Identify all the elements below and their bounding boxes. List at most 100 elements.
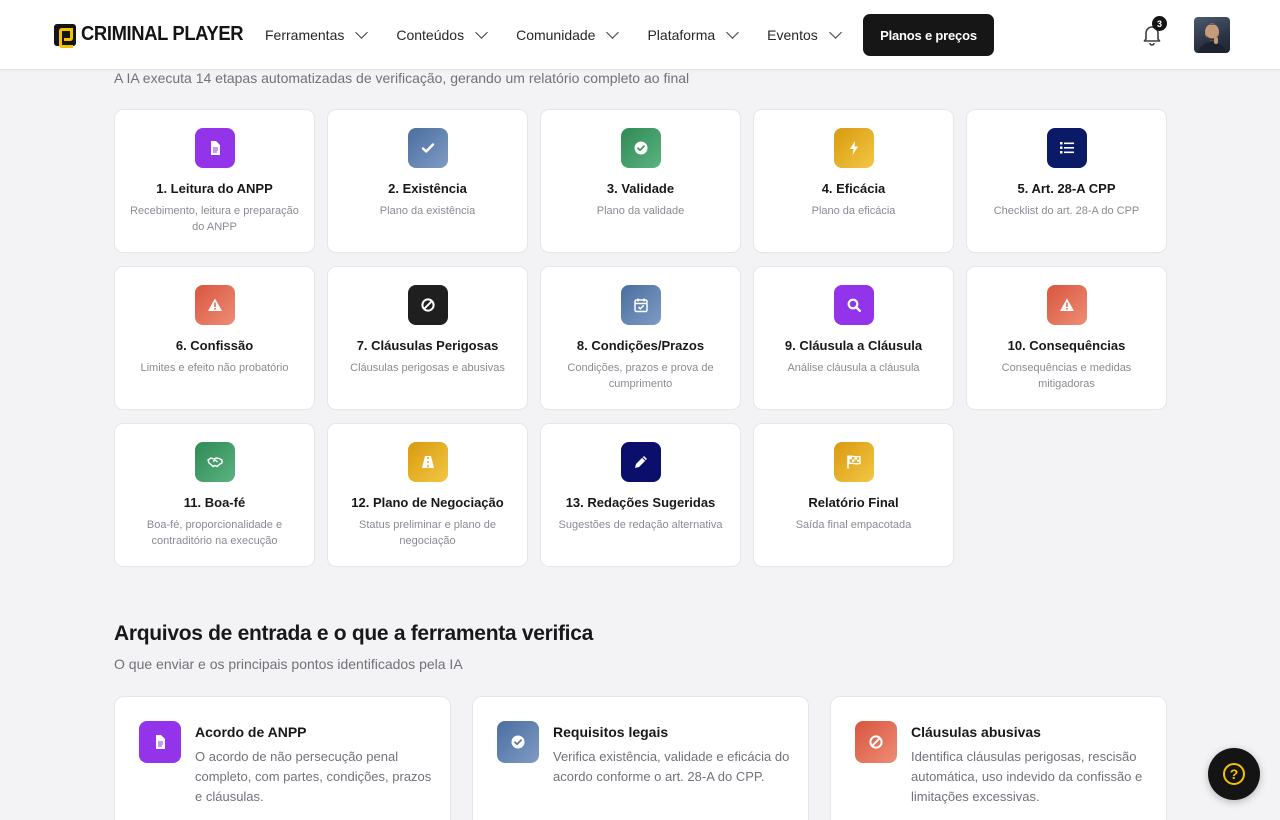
- step-desc: Limites e efeito não probatório: [140, 362, 289, 374]
- section-subtitle: O que enviar e os principais pontos iden…: [114, 656, 463, 672]
- input-card[interactable]: Acordo de ANPP O acordo de não persecuçã…: [114, 696, 451, 820]
- step-card[interactable]: 3. Validade Plano da validade: [540, 109, 741, 253]
- step-desc: Plano da validade: [596, 205, 685, 217]
- nav-item-comunidade[interactable]: Comunidade: [516, 26, 620, 43]
- step-desc: Recebimento, leitura e preparação do ANP…: [130, 205, 299, 233]
- step-icon-box: [194, 285, 235, 325]
- steps-grid: 1. Leitura do ANPP Recebimento, leitura …: [114, 109, 1167, 567]
- handshake-icon: [206, 457, 223, 468]
- step-title: 4. Eficácia: [821, 181, 886, 196]
- step-desc: Checklist do art. 28-A do CPP: [993, 205, 1140, 217]
- step-desc: Plano da eficácia: [811, 205, 896, 217]
- input-card[interactable]: Requisitos legais Verifica existência, v…: [472, 696, 809, 820]
- step-title: 11. Boa-fé: [183, 495, 246, 510]
- input-card-title: Cláusulas abusivas: [911, 724, 1041, 740]
- inputs-cards: Acordo de ANPP O acordo de não persecuçã…: [114, 696, 1167, 820]
- step-card[interactable]: 13. Redações Sugeridas Sugestões de reda…: [540, 423, 741, 567]
- step-title: 6. Confissão: [175, 338, 254, 353]
- step-desc: Boa-fé, proporcionalidade e contraditóri…: [146, 519, 283, 547]
- step-card[interactable]: 7. Cláusulas Perigosas Cláusulas perigos…: [327, 266, 528, 410]
- top-navbar: CRIMINAL PLAYER Ferramentas Conteúdos Co…: [0, 0, 1280, 70]
- bolt-icon: [849, 141, 858, 155]
- step-title: 1. Leitura do ANPP: [156, 181, 273, 196]
- step-card[interactable]: 8. Condições/Prazos Condições, prazos e …: [540, 266, 741, 410]
- nav-label: Ferramentas: [265, 27, 345, 43]
- step-title: 2. Existência: [388, 181, 467, 196]
- warning-icon: [207, 298, 222, 311]
- step-desc: Plano da existência: [379, 205, 476, 217]
- ban-icon: [420, 298, 435, 312]
- step-desc: Análise cláusula a cláusula: [787, 362, 920, 374]
- input-icon-box: [139, 721, 181, 763]
- help-button[interactable]: ?: [1208, 748, 1260, 800]
- search-icon: [847, 298, 861, 312]
- step-desc: Consequências e medidas mitigadoras: [1001, 362, 1132, 390]
- chevron-down-icon: [828, 26, 842, 39]
- steps-subtitle: A IA executa 14 etapas automatizadas de …: [114, 70, 690, 86]
- plans-pricing-button[interactable]: Planos e preços: [863, 14, 994, 56]
- document-icon: [156, 735, 165, 749]
- chevron-down-icon: [355, 26, 369, 39]
- section-title: Arquivos de entrada e o que a ferramenta…: [114, 622, 593, 645]
- nav-item-eventos[interactable]: Eventos: [767, 26, 842, 43]
- step-icon-box: [194, 128, 235, 168]
- input-card-desc: Identifica cláusulas perigosas, rescisão…: [911, 749, 1143, 804]
- road-icon: [421, 456, 434, 468]
- step-card[interactable]: 4. Eficácia Plano da eficácia: [753, 109, 954, 253]
- step-title: 8. Condições/Prazos: [576, 338, 705, 353]
- step-icon-box: [1046, 285, 1087, 325]
- calendar-check-icon: [633, 298, 648, 313]
- nav-label: Comunidade: [516, 27, 596, 43]
- warning-icon: [1059, 298, 1074, 311]
- step-icon-box: [620, 442, 661, 482]
- step-card[interactable]: 2. Existência Plano da existência: [327, 109, 528, 253]
- step-icon-box: [194, 442, 235, 482]
- step-card[interactable]: 1. Leitura do ANPP Recebimento, leitura …: [114, 109, 315, 253]
- step-card[interactable]: 6. Confissão Limites e efeito não probat…: [114, 266, 315, 410]
- main-nav: Ferramentas Conteúdos Comunidade Platafo…: [265, 0, 870, 70]
- step-icon-box: [407, 128, 448, 168]
- step-title: 7. Cláusulas Perigosas: [356, 338, 499, 353]
- help-icon: ?: [1223, 763, 1245, 785]
- step-desc: Sugestões de redação alternativa: [558, 519, 723, 531]
- step-title: 12. Plano de Negociação: [351, 495, 504, 510]
- nav-item-plataforma[interactable]: Plataforma: [647, 26, 740, 43]
- input-card[interactable]: Cláusulas abusivas Identifica cláusulas …: [830, 696, 1167, 820]
- chevron-down-icon: [726, 26, 740, 39]
- step-icon-box: [407, 285, 448, 325]
- notification-badge: 3: [1152, 16, 1167, 31]
- nav-label: Eventos: [767, 27, 818, 43]
- logo-mark-icon: [54, 23, 76, 48]
- step-card[interactable]: Relatório Final Saída final empacotada: [753, 423, 954, 567]
- step-icon-box: [833, 285, 874, 325]
- nav-label: Conteúdos: [396, 27, 465, 43]
- step-title: 10. Consequências: [1007, 338, 1126, 353]
- step-card[interactable]: 5. Art. 28-A CPP Checklist do art. 28-A …: [966, 109, 1167, 253]
- input-card-title: Requisitos legais: [553, 724, 669, 740]
- check-circle-icon: [634, 141, 647, 155]
- flag-checkered-icon: [846, 455, 861, 469]
- ban-icon: [869, 735, 883, 749]
- step-title: 13. Redações Sugeridas: [565, 495, 716, 510]
- input-icon-box: [497, 721, 539, 763]
- step-title: Relatório Final: [808, 495, 899, 510]
- step-icon-box: [620, 285, 661, 325]
- avatar[interactable]: [1194, 17, 1230, 53]
- step-card[interactable]: 9. Cláusula a Cláusula Análise cláusula …: [753, 266, 954, 410]
- check-circle-icon: [511, 735, 525, 749]
- step-icon-box: [620, 128, 661, 168]
- step-card[interactable]: 11. Boa-fé Boa-fé, proporcionalidade e c…: [114, 423, 315, 567]
- step-icon-box: [1046, 128, 1087, 168]
- brand-name: CRIMINAL PLAYER: [81, 23, 244, 45]
- nav-item-conteudos[interactable]: Conteúdos: [396, 26, 488, 43]
- input-card-desc: Verifica existência, validade e eficácia…: [553, 749, 790, 784]
- step-desc: Status preliminar e plano de negociação: [359, 519, 496, 547]
- brand-logo[interactable]: CRIMINAL PLAYER: [54, 23, 257, 48]
- pencil-icon: [634, 456, 647, 468]
- step-card[interactable]: 12. Plano de Negociação Status prelimina…: [327, 423, 528, 567]
- step-card[interactable]: 10. Consequências Consequências e medida…: [966, 266, 1167, 410]
- step-title: 9. Cláusula a Cláusula: [784, 338, 923, 353]
- document-icon: [210, 141, 220, 155]
- input-icon-box: [855, 721, 897, 763]
- nav-item-ferramentas[interactable]: Ferramentas: [265, 26, 369, 43]
